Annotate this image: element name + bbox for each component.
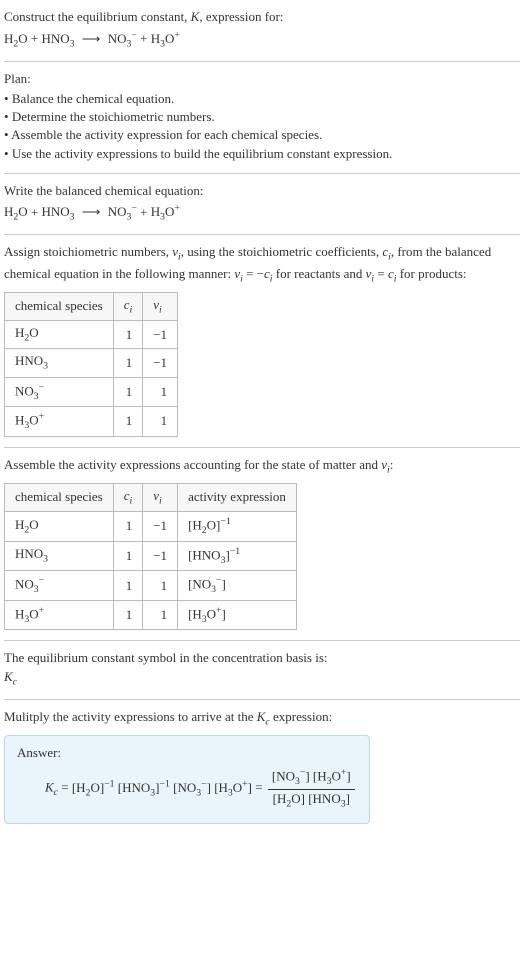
equation-1: H2O + HNO3 ⟶ NO3− + H3O+ [4,28,520,51]
activity-table: chemical species ci νi activity expressi… [4,483,297,630]
multiply-text: Mulitply the activity expressions to arr… [4,708,520,729]
equation-2: H2O + HNO3 ⟶ NO3− + H3O+ [4,202,520,225]
activity-text: Assemble the activity expressions accoun… [4,456,520,477]
product-h3o: H3O+ [151,204,180,219]
intro-post: , expression for: [199,9,283,24]
plan-item: Balance the chemical equation. [4,90,520,108]
stoich-text: Assign stoichiometric numbers, νi, using… [4,243,520,285]
plan-section: Plan: Balance the chemical equation. Det… [4,62,520,174]
col-nui: νi [143,483,178,511]
plan-title: Plan: [4,70,520,88]
plus: + [28,31,42,46]
table-row: NO3−11[NO3−] [5,571,297,601]
plan-item: Determine the stoichiometric numbers. [4,108,520,126]
balanced-section: Write the balanced chemical equation: H2… [4,174,520,236]
col-species: chemical species [5,292,114,320]
answer-section: Mulitply the activity expressions to arr… [4,700,520,834]
table-row: HNO31−1[HNO3]−1 [5,541,297,571]
kc-symbol-text: The equilibrium constant symbol in the c… [4,649,520,667]
col-activity: activity expression [178,483,297,511]
col-species: chemical species [5,483,114,511]
plan-item: Use the activity expressions to build th… [4,145,520,163]
balanced-label: Write the balanced chemical equation: [4,182,520,200]
arrow-icon: ⟶ [82,203,101,221]
reactant-h2o: H2O [4,204,28,219]
plus: + [137,31,151,46]
col-ci: ci [113,483,143,511]
plan-item: Assemble the activity expression for eac… [4,126,520,144]
col-ci: ci [113,292,143,320]
intro-section: Construct the equilibrium constant, K, e… [4,8,520,62]
product-no3: NO3− [108,204,137,219]
table-row: H2O1−1[H2O]−1 [5,512,297,542]
table-header-row: chemical species ci νi [5,292,178,320]
kc-symbol-section: The equilibrium constant symbol in the c… [4,641,520,699]
arrow-icon: ⟶ [82,30,101,48]
intro-pre: Construct the equilibrium constant, [4,9,191,24]
table-row: NO3−11 [5,377,178,407]
answer-expression: Kc = [H2O]−1 [HNO3]−1 [NO3−] [H3O+] = [N… [17,766,357,811]
reactant-hno3: HNO3 [42,204,75,219]
table-row: H2O1−1 [5,321,178,349]
table-header-row: chemical species ci νi activity expressi… [5,483,297,511]
reactant-h2o: H2O [4,31,28,46]
col-nui: νi [143,292,178,320]
fraction: [NO3−] [H3O+][H2O] [HNO3] [268,766,355,811]
kc-symbol: Kc [4,668,520,689]
answer-box: Answer: Kc = [H2O]−1 [HNO3]−1 [NO3−] [H3… [4,735,370,824]
reactant-hno3: HNO3 [42,31,75,46]
intro-line: Construct the equilibrium constant, K, e… [4,8,520,26]
answer-label: Answer: [17,744,357,762]
stoich-table: chemical species ci νi H2O1−1 HNO31−1 NO… [4,292,178,437]
product-no3: NO3− [108,31,137,46]
table-row: H3O+11 [5,407,178,437]
table-row: H3O+11[H3O+] [5,600,297,630]
product-h3o: H3O+ [151,31,180,46]
table-row: HNO31−1 [5,349,178,377]
plan-list: Balance the chemical equation. Determine… [4,90,520,163]
stoich-section: Assign stoichiometric numbers, νi, using… [4,235,520,447]
activity-section: Assemble the activity expressions accoun… [4,448,520,642]
